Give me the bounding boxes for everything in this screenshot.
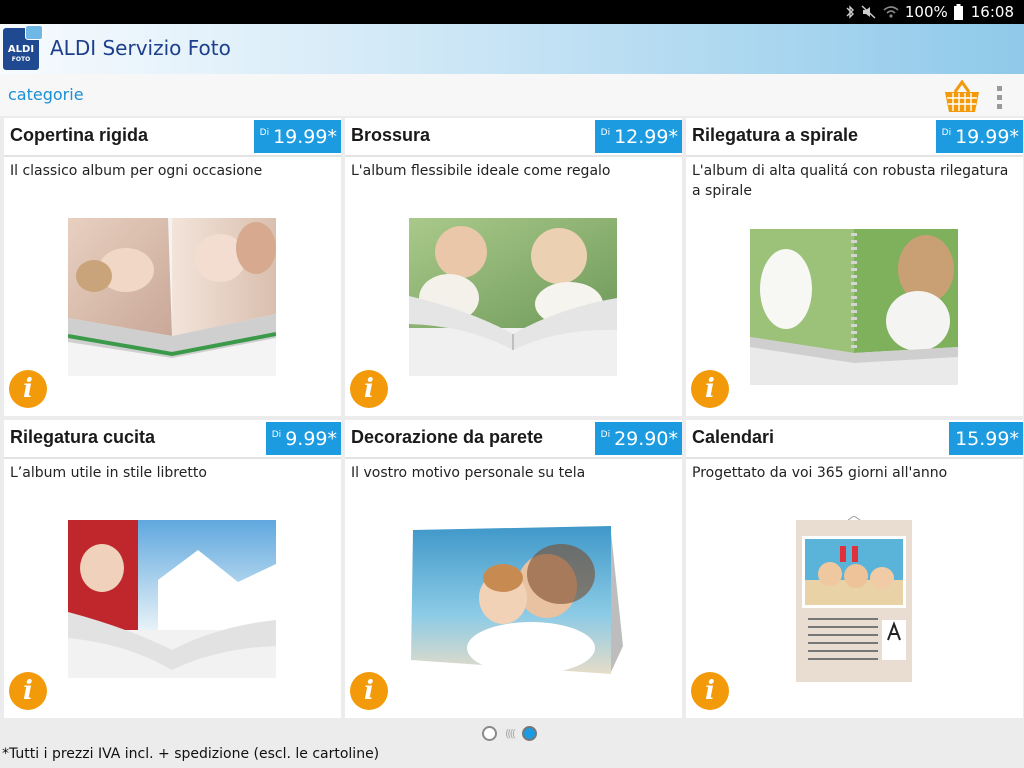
sub-bar: categorie — [0, 74, 1024, 116]
mute-icon — [861, 5, 877, 19]
price-prefix: Di — [600, 429, 611, 440]
clock: 16:08 — [970, 3, 1014, 21]
price-prefix: Di — [271, 429, 282, 440]
product-card-rilegatura-cucita[interactable]: Rilegatura cucita Di 9.99* L’album utile … — [4, 420, 341, 718]
softcover-album-image — [409, 218, 617, 376]
info-button[interactable]: i — [9, 370, 47, 408]
aldi-foto-logo[interactable]: ALDI FOTO — [3, 25, 43, 70]
price-disclaimer: *Tutti i prezzi IVA incl. + spedizione (… — [2, 746, 380, 762]
card-header: Rilegatura cucita Di 9.99* — [4, 420, 341, 459]
product-card-brossura[interactable]: Brossura Di 12.99* L'album flessibile ide… — [345, 118, 682, 416]
status-bar: 100% 16:08 — [0, 0, 1024, 24]
price-value: 19.99* — [273, 125, 337, 148]
price-prefix: Di — [941, 127, 952, 138]
canvas-print-image — [411, 526, 623, 674]
info-button[interactable]: i — [9, 672, 47, 710]
info-button[interactable]: i — [691, 370, 729, 408]
card-description: L'album flessibile ideale come regalo — [351, 163, 611, 179]
hardcover-album-image — [68, 218, 276, 376]
wifi-icon — [883, 5, 899, 19]
card-title: Rilegatura cucita — [10, 427, 156, 447]
app-title: ALDI Servizio Foto — [50, 36, 231, 60]
price-value: 12.99* — [614, 125, 678, 148]
price-badge: Di 9.99* — [265, 422, 341, 455]
camera-icon — [25, 25, 43, 40]
card-description: Il classico album per ogni occasione — [10, 163, 263, 179]
product-card-decorazione-parete[interactable]: Decorazione da parete Di 29.90* Il vostro… — [345, 420, 682, 718]
calendar-image — [796, 516, 912, 682]
battery-icon — [953, 4, 963, 20]
card-description: L’album utile in stile libretto — [10, 465, 207, 481]
card-header: Copertina rigida Di 19.99* — [4, 118, 341, 157]
info-button[interactable]: i — [691, 672, 729, 710]
spiral-album-image — [750, 229, 958, 385]
logo-line1: ALDI — [7, 44, 35, 55]
page-indicator: (((( — [482, 726, 538, 741]
card-title: Calendari — [692, 427, 775, 447]
card-header: Decorazione da parete Di 29.90* — [345, 420, 682, 459]
categories-link[interactable]: categorie — [8, 85, 84, 104]
page-dot-1[interactable] — [482, 726, 497, 741]
price-prefix: Di — [600, 127, 611, 138]
card-title: Brossura — [351, 125, 431, 145]
price-value: 9.99* — [285, 427, 337, 450]
card-header: Brossura Di 12.99* — [345, 118, 682, 157]
bluetooth-icon — [845, 5, 855, 19]
product-card-calendari[interactable]: Calendari 15.99* Progettato da voi 365 g… — [686, 420, 1023, 718]
card-title: Decorazione da parete — [351, 427, 544, 447]
product-card-copertina-rigida[interactable]: Copertina rigida Di 19.99* Il classico al… — [4, 118, 341, 416]
card-description: L'album di alta qualitá con robusta rile… — [692, 163, 1009, 199]
battery-percent: 100% — [904, 3, 948, 21]
price-value: 29.90* — [614, 427, 678, 450]
app-bar: ALDI FOTO ALDI Servizio Foto — [0, 24, 1024, 74]
price-value: 15.99* — [955, 427, 1019, 450]
price-value: 19.99* — [955, 125, 1019, 148]
basket-icon[interactable] — [943, 79, 981, 118]
page-dot-2-active[interactable] — [522, 726, 538, 741]
swipe-hint-icon: (((( — [505, 727, 516, 740]
product-card-rilegatura-spirale[interactable]: Rilegatura a spirale Di 19.99* L'album di… — [686, 118, 1023, 416]
card-title: Rilegatura a spirale — [692, 125, 859, 145]
card-header: Rilegatura a spirale Di 19.99* — [686, 118, 1023, 157]
logo-line2: FOTO — [11, 56, 31, 63]
stitched-booklet-image — [68, 520, 276, 678]
price-badge: Di 19.99* — [253, 120, 341, 153]
info-button[interactable]: i — [350, 370, 388, 408]
overflow-menu-icon[interactable] — [997, 86, 1003, 113]
card-title: Copertina rigida — [10, 125, 149, 145]
price-badge: Di 19.99* — [935, 120, 1023, 153]
price-badge: Di 12.99* — [594, 120, 682, 153]
price-badge: 15.99* — [949, 422, 1023, 455]
card-description: Progettato da voi 365 giorni all'anno — [692, 465, 948, 481]
card-description: Il vostro motivo personale su tela — [351, 465, 586, 481]
price-prefix: Di — [259, 127, 270, 138]
price-badge: Di 29.90* — [594, 422, 682, 455]
card-header: Calendari 15.99* — [686, 420, 1023, 459]
info-button[interactable]: i — [350, 672, 388, 710]
